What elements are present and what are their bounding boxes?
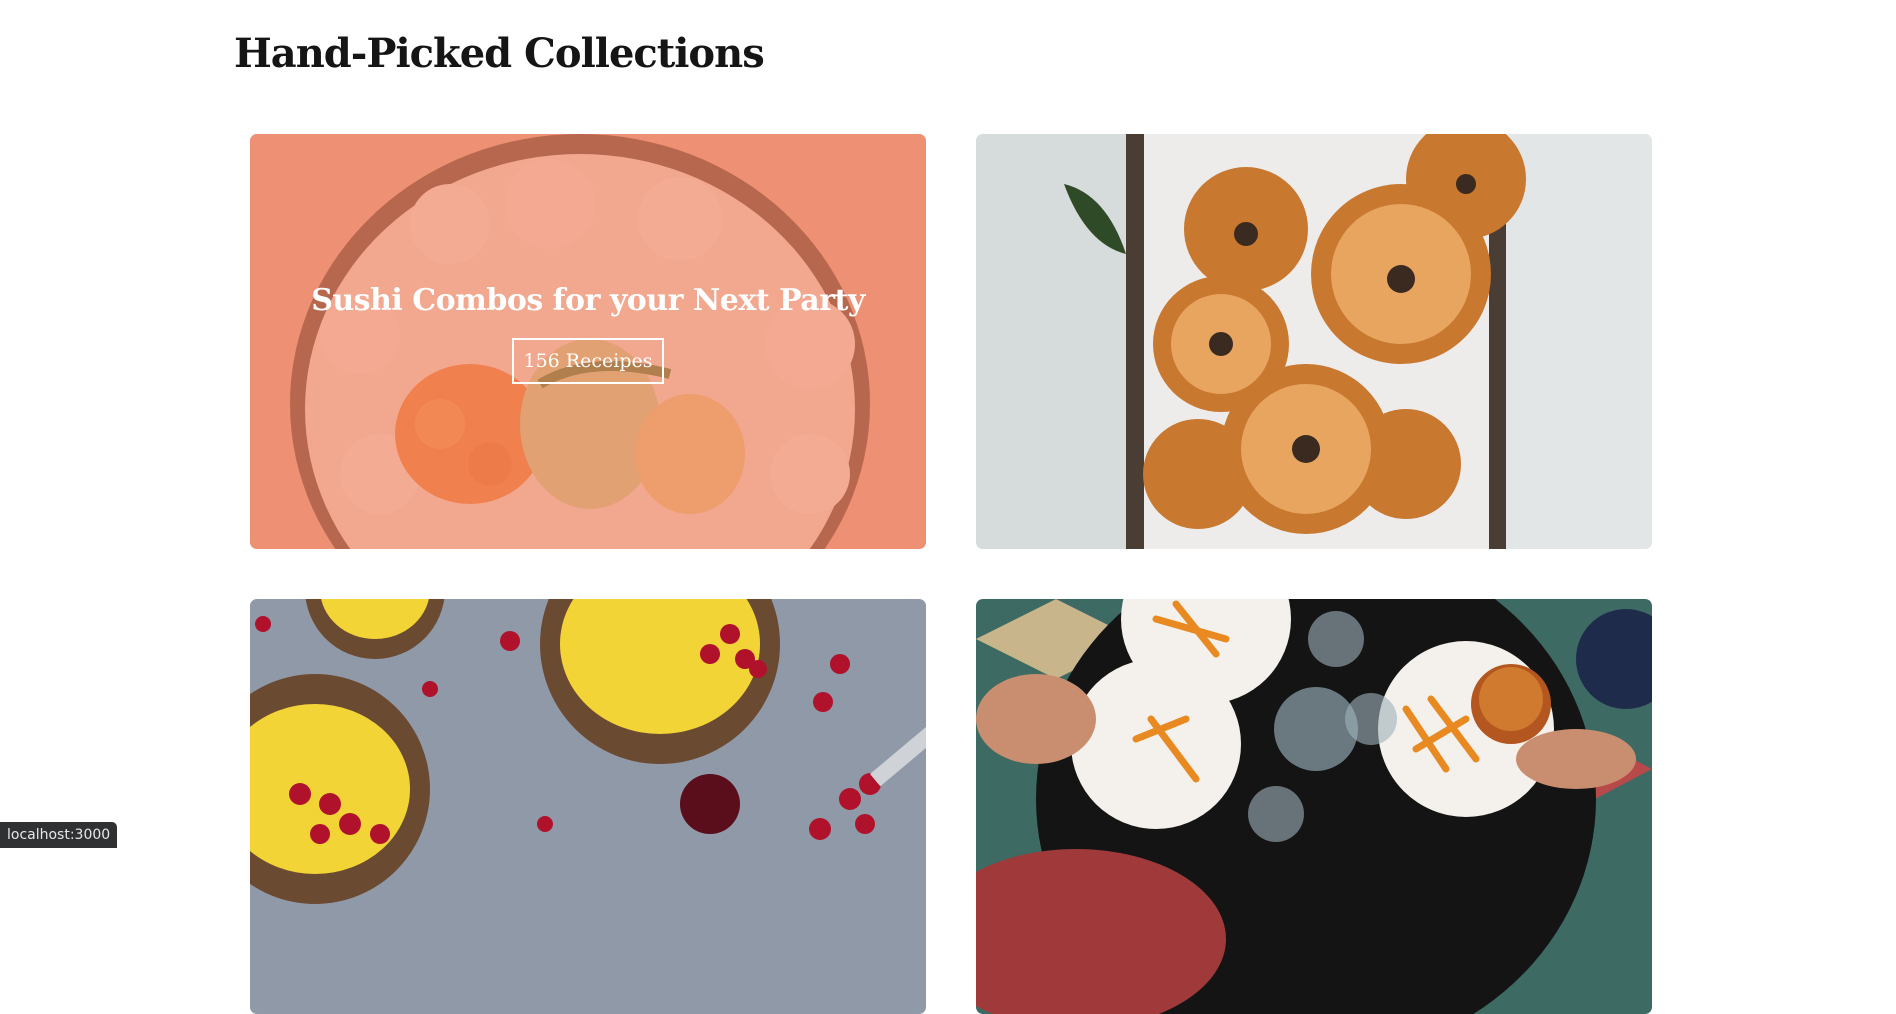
bagels-image xyxy=(976,134,1652,549)
tarts-image xyxy=(250,599,926,1014)
browser-status-url: localhost:3000 xyxy=(0,822,118,848)
collection-card-sushi[interactable]: Sushi Combos for your Next Party 156 Rec… xyxy=(250,134,926,549)
collection-title: Sushi Combos for your Next Party xyxy=(311,283,865,318)
page-title: Hand-Picked Collections xyxy=(234,30,765,77)
collection-card-burgers[interactable] xyxy=(976,599,1652,1014)
collection-card-tarts[interactable] xyxy=(250,599,926,1014)
collection-overlay: Sushi Combos for your Next Party 156 Rec… xyxy=(250,134,926,549)
collection-card-bagels[interactable] xyxy=(976,134,1652,549)
recipes-count-button[interactable]: 156 Receipes xyxy=(511,338,665,384)
burgers-image xyxy=(976,599,1652,1014)
